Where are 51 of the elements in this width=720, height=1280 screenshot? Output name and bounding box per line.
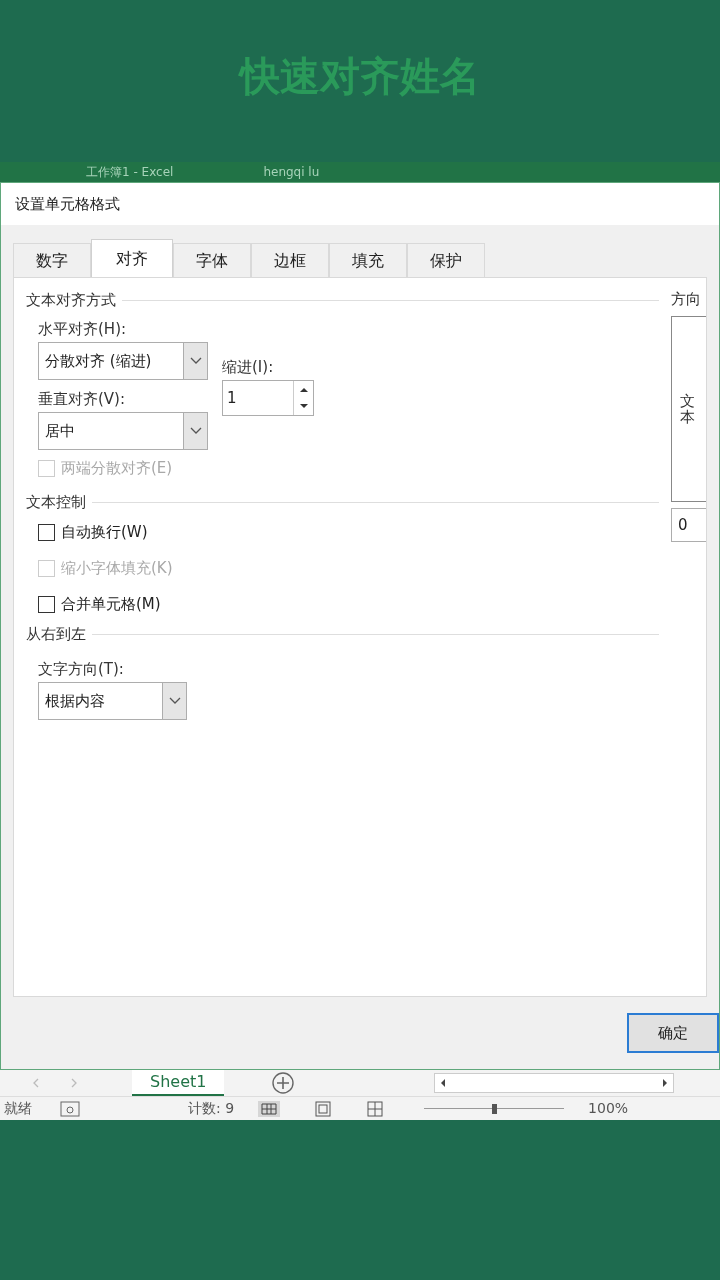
dialog-tab[interactable]: 数字 [13, 243, 91, 277]
section-heading: 方向 [671, 289, 702, 310]
dropdown[interactable]: 根据内容 [38, 682, 187, 720]
dropdown[interactable]: 分散对齐 (缩进) [38, 342, 208, 380]
horizontal-scrollbar[interactable] [434, 1073, 675, 1093]
checkbox-label: 自动换行(W) [61, 521, 148, 543]
dialog-title: 设置单元格格式 [15, 193, 120, 215]
scroll-left-icon[interactable] [439, 1078, 448, 1088]
field-label: 缩进(I): [222, 356, 275, 378]
dialog-tab[interactable]: 字体 [173, 243, 251, 277]
zoom-slider[interactable] [424, 1103, 565, 1114]
chevron-down-icon [189, 357, 202, 365]
page-break-icon[interactable] [366, 1100, 385, 1117]
checkbox-label: 两端分散对齐(E) [61, 457, 173, 479]
status-text: 就绪 [4, 1099, 32, 1118]
status-count: 计数: 9 [188, 1099, 235, 1118]
add-sheet-icon[interactable] [272, 1072, 295, 1094]
dialog-tab[interactable]: 保护 [407, 243, 485, 277]
field-label: 水平对齐(H): [38, 318, 128, 340]
section-heading: 从右到左 [26, 623, 86, 645]
checkbox-label: 合并单元格(M) [61, 593, 161, 615]
field-label: 垂直对齐(V): [38, 388, 127, 410]
dialog-tab[interactable]: 边框 [251, 243, 329, 277]
zoom-level: 100% [588, 1099, 629, 1118]
dropdown-value: 居中 [44, 420, 76, 442]
dialog-tab[interactable]: 填充 [329, 243, 407, 277]
chevron-down-icon [168, 697, 181, 705]
spin-box[interactable]: 1 [222, 380, 314, 416]
macro-record-icon[interactable] [60, 1100, 80, 1117]
field-label: 文字方向(T): [38, 658, 125, 680]
normal-view-icon[interactable] [258, 1100, 281, 1117]
page-layout-icon[interactable] [314, 1100, 333, 1117]
dropdown-value: 分散对齐 (缩进) [44, 350, 153, 372]
section-heading: 文本控制 [26, 491, 86, 513]
ok-button[interactable]: 确定 [627, 1013, 719, 1053]
spin-value: 1 [226, 387, 238, 409]
checkbox[interactable] [38, 595, 55, 613]
dropdown[interactable]: 居中 [38, 412, 208, 450]
user-name: hengqi lu [263, 166, 320, 178]
window-title: 工作簿1 - Excel [86, 166, 174, 178]
section-heading: 文本对齐方式 [26, 289, 116, 311]
checkbox[interactable] [38, 523, 55, 541]
dropdown-value: 根据内容 [44, 690, 106, 712]
dialog-tab[interactable]: 对齐 [91, 239, 173, 277]
vertical-text: 文本 [680, 392, 695, 426]
sheet-tab[interactable]: Sheet1 [132, 1070, 225, 1096]
checkbox-label: 缩小字体填充(K) [61, 557, 173, 579]
degrees-field[interactable]: 0 [671, 508, 706, 542]
scroll-right-icon[interactable] [661, 1078, 670, 1088]
slider-thumb[interactable] [492, 1103, 498, 1114]
chevron-down-icon [189, 427, 202, 435]
